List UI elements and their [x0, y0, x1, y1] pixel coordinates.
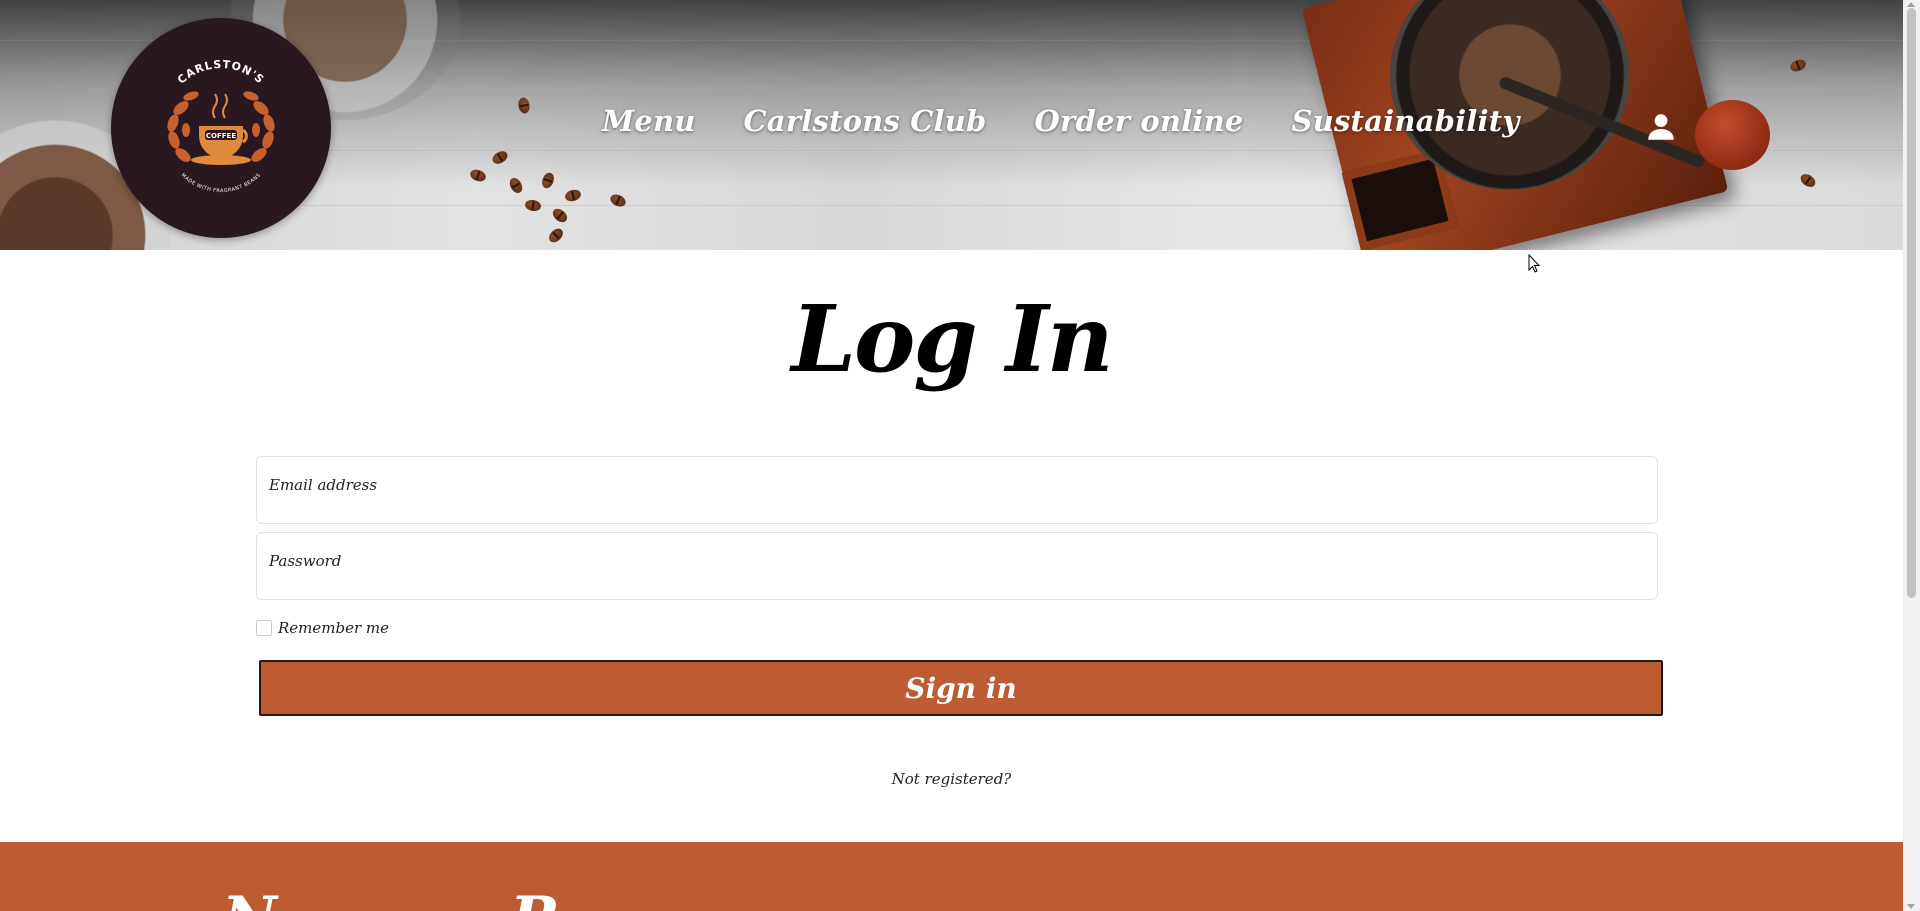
mouse-cursor-icon: [1528, 254, 1541, 273]
remember-me-checkbox[interactable]: [256, 620, 272, 636]
coffee-bean-image: [608, 192, 628, 209]
grinder-knob-image: [1695, 100, 1770, 170]
nav-link-carlstons-club[interactable]: Carlstons Club: [744, 104, 987, 138]
password-field[interactable]: Password: [256, 532, 1658, 600]
vertical-scrollbar[interactable]: [1903, 0, 1920, 911]
remember-me-label[interactable]: Remember me: [278, 619, 389, 637]
coffee-bean-image: [524, 198, 542, 213]
remember-me: Remember me: [256, 619, 389, 637]
email-field[interactable]: Email address: [256, 456, 1658, 524]
svg-text:MADE WITH FRAGRANT BEANS: MADE WITH FRAGRANT BEANS: [180, 172, 262, 194]
coffee-bean-image: [1788, 57, 1808, 74]
email-field-label: Email address: [269, 476, 378, 494]
coffee-bean-image: [563, 188, 583, 203]
footer-heading: R: [510, 884, 560, 911]
coffee-bean-image: [546, 225, 566, 246]
main-nav: Menu Carlstons Club Order online Sustain…: [602, 104, 1519, 138]
user-icon[interactable]: [1644, 110, 1678, 144]
coffee-bean-image: [1798, 171, 1818, 190]
svg-text:CARLSTON'S: CARLSTON'S: [175, 58, 267, 87]
nav-link-order-online[interactable]: Order online: [1035, 104, 1244, 138]
coffee-bean-image: [507, 175, 525, 196]
coffee-bean-image: [550, 206, 570, 225]
coffee-bean-image: [468, 167, 488, 184]
coffee-bean-image: [540, 171, 556, 190]
site-header: COFFEE CARLSTON'S MADE WITH FRAGRANT BEA…: [0, 0, 1903, 250]
scroll-up-arrow-icon[interactable]: [1907, 2, 1915, 7]
page: COFFEE CARLSTON'S MADE WITH FRAGRANT BEA…: [0, 0, 1920, 911]
coffee-bean-image: [517, 96, 531, 115]
coffee-bean-image: [490, 148, 510, 167]
scrollbar-thumb[interactable]: [1907, 8, 1916, 598]
brand-logo[interactable]: COFFEE CARLSTON'S MADE WITH FRAGRANT BEA…: [111, 18, 331, 238]
sign-in-button[interactable]: Sign in: [259, 660, 1663, 716]
site-footer: N R: [0, 842, 1903, 911]
coffee-cup-logo-icon: COFFEE CARLSTON'S MADE WITH FRAGRANT BEA…: [167, 58, 275, 194]
password-field-label: Password: [269, 552, 342, 570]
svg-text:COFFEE: COFFEE: [206, 132, 236, 140]
footer-heading: N: [222, 884, 277, 911]
nav-link-sustainability[interactable]: Sustainability: [1292, 104, 1520, 138]
login-title: Log In: [791, 285, 1113, 393]
register-link[interactable]: Not registered?: [0, 770, 1903, 788]
scroll-down-arrow-icon[interactable]: [1907, 904, 1915, 909]
nav-link-menu[interactable]: Menu: [602, 104, 696, 138]
